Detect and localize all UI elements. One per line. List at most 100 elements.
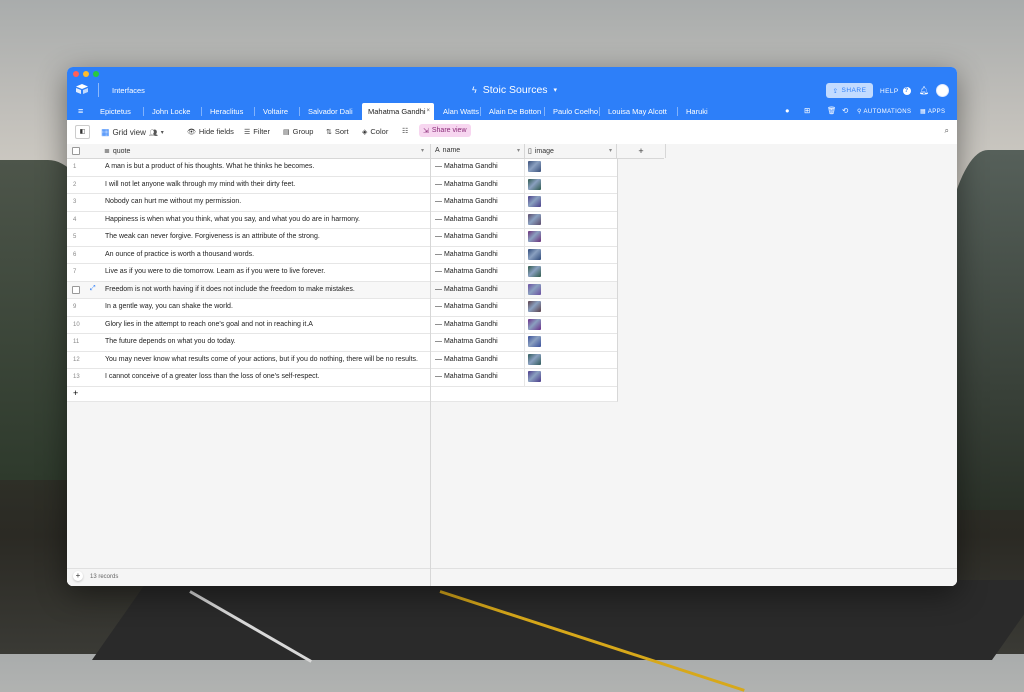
help-button[interactable]: HELP ?: [880, 87, 911, 95]
color-button[interactable]: ◈ Color: [362, 127, 388, 136]
tab-louisa-may-alcott[interactable]: Louisa May Alcott: [599, 103, 677, 120]
table-row[interactable]: 4 Happiness is when what you think, what …: [67, 211, 430, 229]
airtable-logo-icon[interactable]: [75, 83, 89, 95]
trash-icon[interactable]: 🗑︎: [827, 106, 837, 115]
add-table-icon[interactable]: ⊞: [804, 106, 810, 115]
tab-salvador-dali[interactable]: Salvador Dali: [299, 103, 362, 120]
quote-cell[interactable]: You may never know what results come of …: [105, 356, 418, 363]
table-row[interactable]: 10 Glory lies in the attempt to reach one…: [67, 316, 430, 334]
image-thumbnail[interactable]: [528, 161, 541, 172]
quote-cell[interactable]: In a gentle way, you can shake the world…: [105, 303, 233, 310]
quote-column-header[interactable]: ≣ quote ▾: [67, 144, 430, 159]
quote-cell[interactable]: An ounce of practice is worth a thousand…: [105, 251, 254, 258]
add-record-button[interactable]: +: [73, 571, 83, 581]
table-row[interactable]: — Mahatma Gandhi: [431, 159, 617, 177]
name-cell[interactable]: — Mahatma Gandhi: [435, 303, 498, 310]
name-cell[interactable]: — Mahatma Gandhi: [435, 216, 498, 223]
image-thumbnail[interactable]: [528, 336, 541, 347]
image-thumbnail[interactable]: [528, 178, 541, 190]
hide-fields-button[interactable]: 👁︎ Hide fields: [187, 127, 234, 136]
tab-john-locke[interactable]: John Locke: [143, 103, 201, 120]
minimize-window-button[interactable]: [83, 71, 89, 77]
table-row[interactable]: — Mahatma Gandhi: [431, 194, 617, 212]
name-cell[interactable]: — Mahatma Gandhi: [435, 321, 498, 328]
table-row[interactable]: — Mahatma Gandhi: [431, 351, 617, 369]
tab-heraclitus[interactable]: Heraclitus: [201, 103, 254, 120]
base-title[interactable]: ϟ Stoic Sources ▾: [472, 84, 557, 96]
table-row[interactable]: — Mahatma Gandhi: [431, 281, 617, 299]
table-row[interactable]: 7 Live as if you were to die tomorrow. Le…: [67, 264, 430, 282]
name-cell[interactable]: — Mahatma Gandhi: [435, 268, 498, 275]
table-row[interactable]: — Mahatma Gandhi: [431, 229, 617, 247]
image-thumbnail[interactable]: [528, 266, 541, 277]
name-cell[interactable]: — Mahatma Gandhi: [435, 338, 498, 345]
name-column-header[interactable]: A name ▾: [431, 144, 525, 158]
notifications-bell-icon[interactable]: 🔔︎: [919, 86, 929, 95]
group-button[interactable]: ▤ Group: [283, 127, 313, 136]
quote-cell[interactable]: The weak can never forgive. Forgiveness …: [105, 233, 320, 240]
tab-voltaire[interactable]: Voltaire: [254, 103, 299, 120]
row-height-button[interactable]: ☷: [402, 127, 408, 135]
table-row[interactable]: 1 A man is but a product of his thoughts.…: [67, 159, 430, 177]
table-row[interactable]: — Mahatma Gandhi: [431, 176, 617, 194]
close-tab-icon[interactable]: ×: [426, 103, 430, 120]
tab-epictetus[interactable]: Epictetus: [91, 103, 143, 120]
automations-button[interactable]: ⚲ AUTOMATIONS: [857, 108, 911, 115]
sidebar-toggle-icon[interactable]: ◧: [75, 125, 90, 139]
grid-view-switcher[interactable]: ▦ Grid view 👥︎ ▾: [101, 127, 164, 138]
quote-cell[interactable]: The future depends on what you do today.: [105, 338, 236, 345]
image-thumbnail[interactable]: [528, 248, 541, 260]
image-column-header[interactable]: ▯ image ▾: [525, 144, 617, 158]
image-thumbnail[interactable]: [528, 283, 541, 295]
table-row[interactable]: — Mahatma Gandhi: [431, 211, 617, 229]
name-cell[interactable]: — Mahatma Gandhi: [435, 163, 498, 170]
quote-cell[interactable]: I cannot conceive of a greater loss than…: [105, 373, 320, 380]
table-row[interactable]: 5 The weak can never forgive. Forgiveness…: [67, 229, 430, 247]
tab-mahatma-gandhi[interactable]: Mahatma Gandhi ×: [362, 103, 434, 120]
table-row[interactable]: 9 In a gentle way, you can shake the worl…: [67, 299, 430, 317]
image-thumbnail[interactable]: [528, 231, 541, 242]
name-cell[interactable]: — Mahatma Gandhi: [435, 181, 498, 188]
table-row[interactable]: — Mahatma Gandhi: [431, 369, 617, 387]
tab-paulo-coelho[interactable]: Paulo Coelho: [544, 103, 599, 120]
table-row[interactable]: 6 An ounce of practice is worth a thousan…: [67, 246, 430, 264]
table-row[interactable]: — Mahatma Gandhi: [431, 334, 617, 352]
sort-button[interactable]: ⇅ Sort: [326, 127, 349, 136]
interfaces-link[interactable]: Interfaces: [112, 86, 145, 95]
name-cell[interactable]: — Mahatma Gandhi: [435, 356, 498, 363]
tab-alan-watts[interactable]: Alan Watts: [434, 103, 480, 120]
quote-cell[interactable]: Happiness is when what you think, what y…: [105, 216, 360, 223]
name-cell[interactable]: — Mahatma Gandhi: [435, 198, 498, 205]
tab-alain-de-botton[interactable]: Alain De Botton: [480, 103, 544, 120]
hamburger-menu-icon[interactable]: ≡: [78, 106, 83, 116]
table-row[interactable]: 3 Nobody can hurt me without my permissio…: [67, 194, 430, 212]
user-avatar[interactable]: [936, 84, 949, 97]
table-row[interactable]: ⤢ Freedom is not worth having if it does …: [67, 281, 430, 299]
name-cell[interactable]: — Mahatma Gandhi: [435, 373, 498, 380]
quote-cell[interactable]: Glory lies in the attempt to reach one's…: [105, 321, 313, 328]
chevron-down-icon[interactable]: ▾: [517, 147, 520, 154]
apps-button[interactable]: ▦ APPS: [920, 108, 945, 115]
name-cell[interactable]: — Mahatma Gandhi: [435, 286, 498, 293]
image-thumbnail[interactable]: [528, 213, 541, 225]
chevron-down-icon[interactable]: ▾: [609, 147, 612, 154]
more-tables-icon[interactable]: ●: [785, 106, 790, 115]
table-row[interactable]: — Mahatma Gandhi: [431, 246, 617, 264]
image-thumbnail[interactable]: [528, 301, 541, 312]
history-icon[interactable]: ⟲: [842, 106, 848, 115]
table-row[interactable]: — Mahatma Gandhi: [431, 264, 617, 282]
share-button[interactable]: ⇪ SHARE: [826, 83, 873, 98]
share-view-button[interactable]: ⇲ Share view: [419, 124, 471, 137]
expand-record-icon[interactable]: ⤢: [90, 285, 96, 293]
image-thumbnail[interactable]: [528, 318, 541, 330]
table-row[interactable]: 12 You may never know what results come o…: [67, 351, 430, 369]
table-row[interactable]: 2 I will not let anyone walk through my m…: [67, 176, 430, 194]
quote-cell[interactable]: Live as if you were to die tomorrow. Lea…: [105, 268, 325, 275]
row-checkbox[interactable]: [72, 285, 80, 294]
tab-haruki-murakami[interactable]: Haruki Murakami: [677, 103, 740, 133]
table-row[interactable]: 11 The future depends on what you do toda…: [67, 334, 430, 352]
search-icon[interactable]: ⌕: [945, 126, 949, 136]
filter-button[interactable]: ☰ Filter: [244, 127, 270, 136]
image-thumbnail[interactable]: [528, 196, 541, 207]
add-field-button[interactable]: +: [617, 144, 666, 158]
